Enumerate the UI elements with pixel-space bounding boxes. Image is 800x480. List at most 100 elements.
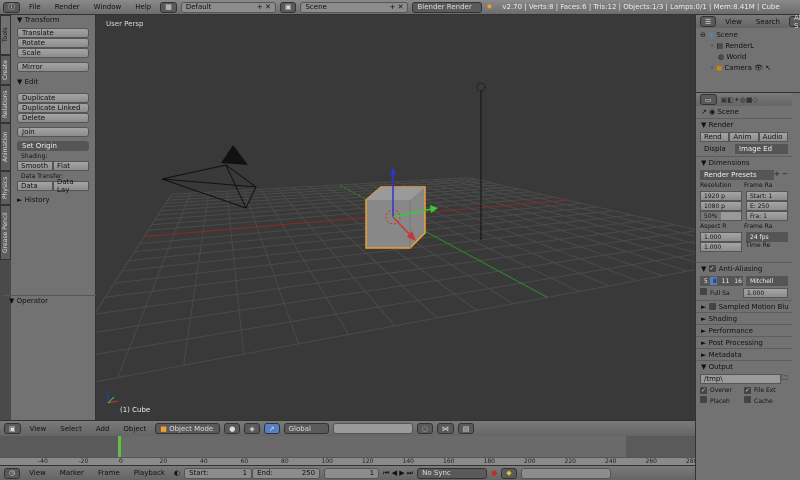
layout-icon[interactable]: ▦ — [160, 1, 177, 13]
scale-button[interactable]: Scale — [17, 48, 89, 58]
fps-select[interactable]: 24 fps — [746, 232, 788, 242]
render-presets-select[interactable]: Render Presets — [700, 170, 775, 180]
display-mode[interactable]: All S — [788, 14, 800, 30]
file-ext-checkbox[interactable]: ✓ File Ext — [744, 387, 788, 394]
full-sample-checkbox[interactable]: Full Sa — [700, 288, 740, 298]
aspect-y-field[interactable]: 1.000 — [700, 242, 742, 252]
manipulator-toggle[interactable]: ↗ — [263, 423, 280, 434]
editor-type-icon[interactable]: ▣ — [4, 423, 21, 434]
output-path-field[interactable]: /tmp\ — [700, 374, 781, 384]
end-frame-field[interactable]: End: 250 — [252, 467, 321, 479]
panel-anti-aliasing[interactable]: ▼ ✓ Anti-Aliasing — [696, 262, 792, 274]
tab-grease-pencil[interactable]: Grease Pencil — [0, 205, 11, 260]
tab-relations[interactable]: Relations — [0, 85, 11, 123]
panel-post-processing[interactable]: ► Post Processing — [696, 336, 792, 348]
layout-selector[interactable]: Default + ✕ — [180, 1, 276, 13]
panel-metadata[interactable]: ► Metadata — [696, 348, 792, 360]
panel-dimensions[interactable]: ▼ Dimensions — [696, 156, 792, 168]
tab-physics[interactable]: Physics — [0, 171, 11, 205]
outliner-item-world[interactable]: ◍ World — [700, 52, 800, 63]
playback-controls[interactable]: ⏮ ◀ ▶ ⏭ — [383, 469, 413, 478]
aa-8[interactable]: 8 — [708, 276, 718, 286]
duplicate-linked-button[interactable]: Duplicate Linked — [17, 103, 89, 113]
display-select[interactable]: Image Ed — [735, 144, 788, 154]
cache-checkbox[interactable]: Cache — [744, 396, 788, 405]
scene-selector[interactable]: Scene + ✕ — [300, 1, 409, 13]
render-button[interactable]: Rend — [700, 132, 730, 142]
editor-type-icon[interactable]: ▭ — [700, 94, 717, 105]
aspect-x-field[interactable]: 1.000 — [700, 232, 742, 242]
3d-viewport[interactable]: User Persp (1) Cube — [96, 15, 695, 420]
folder-icon[interactable]: 🗀 — [781, 374, 788, 385]
menu-window[interactable]: Window — [89, 3, 127, 11]
shading-select[interactable]: ● — [224, 423, 241, 434]
menu-frame[interactable]: Frame — [93, 469, 125, 477]
flat-button[interactable]: Flat — [53, 161, 89, 171]
menu-search[interactable]: Search — [751, 18, 785, 26]
panel-render[interactable]: ▼ Render — [696, 118, 792, 130]
render-icon[interactable]: ▤ — [457, 423, 475, 434]
resolution-y-field[interactable]: 1080 p — [700, 201, 742, 211]
menu-file[interactable]: File — [24, 3, 46, 11]
tab-tools[interactable]: Tools — [0, 15, 11, 55]
outliner-item-renderlayers[interactable]: ◦ ▤ RenderL — [700, 41, 800, 52]
delete-button[interactable]: Delete — [17, 113, 89, 123]
orientation-select[interactable]: Global — [283, 423, 329, 434]
menu-marker[interactable]: Marker — [55, 469, 89, 477]
lock-icon[interactable]: ◌ — [416, 423, 433, 434]
keying-set-field[interactable] — [520, 467, 611, 479]
join-button[interactable]: Join — [17, 127, 89, 137]
audio-button[interactable]: Audio — [758, 132, 788, 142]
mode-select[interactable]: ■ Object Mode — [155, 423, 221, 434]
editor-type-icon[interactable]: ⓘ — [3, 1, 20, 13]
frame-start-field[interactable]: Start: 1 — [746, 191, 788, 201]
menu-render[interactable]: Render — [50, 3, 85, 11]
outliner-item-camera[interactable]: ◦ ◼ Camera 👁 ↖ — [700, 63, 800, 74]
current-frame-field[interactable]: 1 — [324, 467, 380, 479]
menu-add[interactable]: Add — [91, 425, 115, 433]
aa-11[interactable]: 11 — [717, 276, 731, 286]
frame-end-field[interactable]: E: 250 — [746, 201, 788, 211]
panel-performance[interactable]: ► Performance — [696, 324, 792, 336]
menu-playback[interactable]: Playback — [129, 469, 170, 477]
menu-select[interactable]: Select — [55, 425, 87, 433]
placeholders-checkbox[interactable]: Placeh — [700, 396, 744, 405]
keying-icon[interactable]: ◆ — [501, 467, 517, 479]
pivot-select[interactable]: ◈ — [244, 423, 260, 434]
smooth-button[interactable]: Smooth — [17, 161, 53, 171]
current-frame-cursor[interactable] — [118, 436, 121, 458]
resolution-percent-slider[interactable]: 50% — [700, 211, 742, 221]
scene-canvas[interactable] — [96, 15, 695, 420]
add-close-icon[interactable]: + ✕ — [257, 3, 271, 11]
menu-view[interactable]: View — [720, 18, 747, 26]
panel-edit[interactable]: ▼ Edit — [11, 77, 95, 87]
scene-icon[interactable]: ▣ — [279, 1, 297, 13]
start-frame-field[interactable]: Start: 1 — [184, 467, 253, 479]
data-layers-button[interactable]: Data Lay — [53, 178, 89, 194]
panel-transform[interactable]: ▼ Transform — [11, 15, 95, 25]
preview-range-icon[interactable]: ◐ — [174, 469, 180, 477]
translate-button[interactable]: Translate — [17, 28, 89, 38]
duplicate-button[interactable]: Duplicate — [17, 93, 89, 103]
tab-animation[interactable]: Animation — [0, 123, 11, 171]
overwrite-checkbox[interactable]: ✓ Overwr — [700, 387, 744, 394]
record-icon[interactable]: ● — [491, 469, 497, 477]
context-tabs-icons[interactable]: ▣◧✦◍■◇ — [721, 96, 758, 104]
snap-select[interactable]: ⋈ — [436, 423, 454, 434]
resolution-x-field[interactable]: 1920 p — [700, 191, 742, 201]
tab-create[interactable]: Create — [0, 55, 11, 85]
menu-object[interactable]: Object — [118, 425, 151, 433]
rotate-button[interactable]: Rotate — [17, 38, 89, 48]
add-close-icon[interactable]: + ✕ — [390, 3, 404, 11]
render-engine-select[interactable]: Blender Render — [412, 1, 483, 13]
editor-type-icon[interactable]: ◷ — [4, 467, 21, 479]
aa-16[interactable]: 16 — [730, 276, 743, 286]
data-button[interactable]: Data — [17, 181, 53, 191]
panel-output[interactable]: ▼ Output — [696, 360, 792, 372]
set-origin-dropdown[interactable]: Set Origin — [17, 141, 89, 151]
panel-history[interactable]: ► History — [11, 195, 95, 205]
mirror-button[interactable]: Mirror — [17, 62, 89, 72]
layers-grid[interactable] — [332, 423, 413, 434]
filter-select[interactable]: Mitchell — [745, 276, 788, 286]
timeline[interactable]: -40 -20 0 20 40 60 80 100 120 140 160 180 200 220 240 2… — [0, 436, 697, 466]
